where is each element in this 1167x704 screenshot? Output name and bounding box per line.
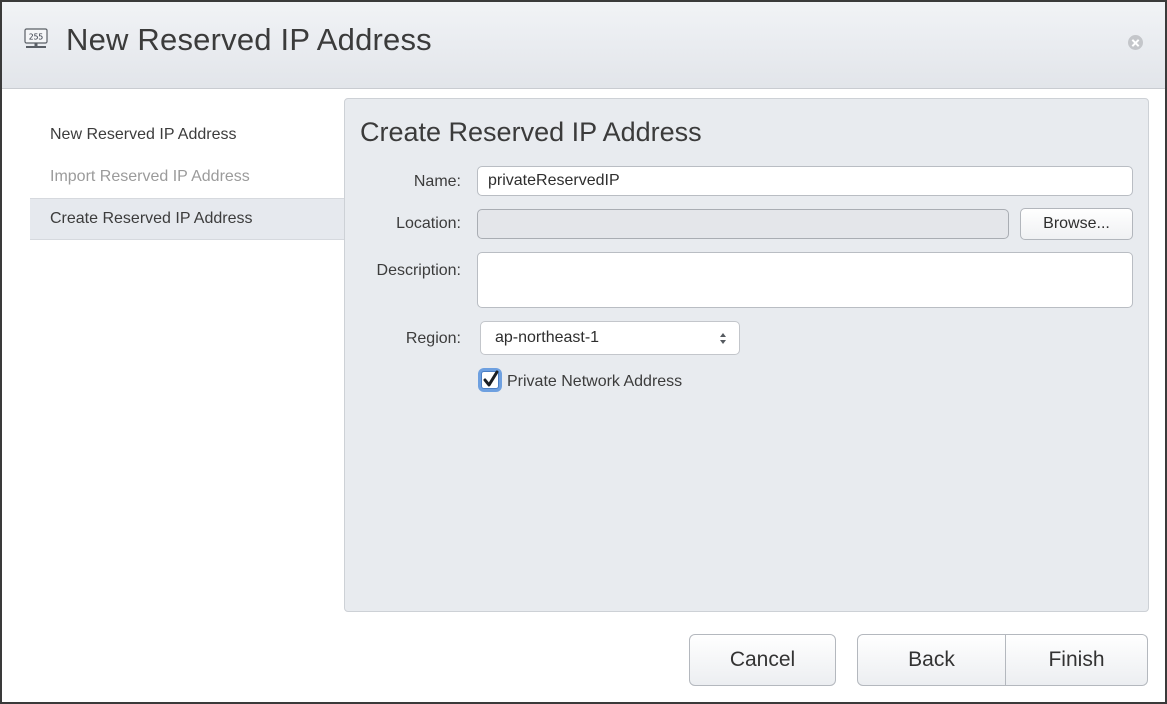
wizard-step-label: Import Reserved IP Address [50, 168, 250, 185]
create-form-panel: Create Reserved IP Address Name: Locatio… [344, 98, 1149, 612]
description-input[interactable] [477, 252, 1133, 308]
close-icon[interactable] [1128, 35, 1143, 50]
svg-text:255: 255 [29, 33, 44, 42]
form-title: Create Reserved IP Address [360, 117, 702, 147]
dialog-titlebar: 255 New Reserved IP Address [2, 2, 1165, 89]
name-input[interactable] [477, 166, 1133, 196]
description-label: Description: [376, 262, 461, 279]
browse-button[interactable]: Browse... [1020, 208, 1133, 240]
wizard-step-create-reserved-ip[interactable]: Create Reserved IP Address [30, 198, 346, 240]
new-reserved-ip-dialog: 255 New Reserved IP Address New Reserved… [0, 0, 1167, 704]
wizard-step-import-reserved-ip: Import Reserved IP Address [30, 157, 346, 197]
region-label: Region: [405, 330, 461, 347]
private-network-label: Private Network Address [507, 373, 683, 390]
select-arrows-icon [720, 333, 726, 344]
region-select-value: ap-northeast-1 [495, 329, 600, 346]
wizard-step-label: Create Reserved IP Address [50, 210, 253, 227]
name-label: Name: [413, 173, 461, 190]
dialog-title: New Reserved IP Address [66, 22, 432, 57]
region-select[interactable]: ap-northeast-1 [480, 321, 740, 355]
finish-button[interactable]: Finish [1006, 634, 1148, 686]
location-label: Location: [396, 215, 461, 232]
cancel-button[interactable]: Cancel [689, 634, 836, 686]
private-network-checkbox[interactable] [481, 370, 499, 389]
wizard-step-new-reserved-ip[interactable]: New Reserved IP Address [30, 115, 346, 155]
ip-address-icon: 255 [24, 28, 48, 48]
back-button[interactable]: Back [857, 634, 1006, 686]
wizard-step-label: New Reserved IP Address [50, 126, 237, 143]
checkmark-icon [483, 370, 499, 387]
location-input [477, 209, 1009, 239]
